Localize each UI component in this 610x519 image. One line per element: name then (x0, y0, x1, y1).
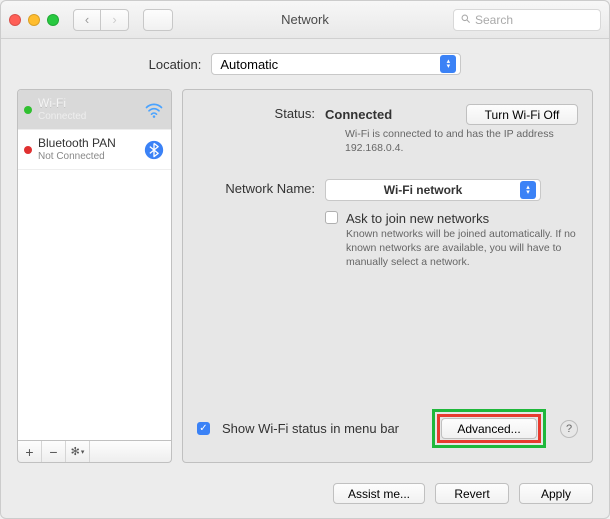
apply-button[interactable]: Apply (519, 483, 593, 504)
status-dot-icon (24, 146, 32, 154)
network-name-label: Network Name: (197, 179, 315, 269)
ask-join-label: Ask to join new networks (346, 211, 578, 226)
service-text: Wi-Fi Connected (38, 97, 137, 121)
chevron-right-icon: › (112, 12, 116, 27)
network-name-row: Network Name: Wi-Fi network ▴▾ Ask to jo… (197, 179, 578, 269)
titlebar: ‹ › Network Search (1, 1, 609, 39)
zoom-window-button[interactable] (47, 14, 59, 26)
service-name: Wi-Fi (38, 97, 137, 110)
service-name: Bluetooth PAN (38, 137, 137, 150)
main-area: Wi-Fi Connected Bluetooth PAN Not Connec… (17, 89, 593, 463)
show-all-button[interactable] (143, 9, 173, 31)
status-value-block: Connected Turn Wi-Fi Off Wi-Fi is connec… (325, 104, 578, 155)
bluetooth-icon (143, 139, 165, 161)
show-status-checkbox[interactable]: ✓ (197, 422, 210, 435)
service-text: Bluetooth PAN Not Connected (38, 137, 137, 161)
ask-join-checkbox[interactable] (325, 211, 338, 224)
window-title: Network (281, 12, 329, 27)
network-name-value-block: Wi-Fi network ▴▾ Ask to join new network… (325, 179, 578, 269)
search-placeholder: Search (475, 13, 513, 27)
sidebar: Wi-Fi Connected Bluetooth PAN Not Connec… (17, 89, 172, 463)
window-controls (9, 14, 59, 26)
chevron-updown-icon: ▴▾ (520, 181, 536, 199)
gear-icon: ✻ (71, 445, 80, 458)
detail-panel: Status: Connected Turn Wi-Fi Off Wi-Fi i… (182, 89, 593, 463)
advanced-highlight-inner: Advanced... (437, 414, 541, 443)
service-list[interactable]: Wi-Fi Connected Bluetooth PAN Not Connec… (17, 89, 172, 441)
network-preferences-window: ‹ › Network Search Location: Automatic ▴… (0, 0, 610, 519)
advanced-button[interactable]: Advanced... (441, 418, 537, 439)
revert-button[interactable]: Revert (435, 483, 509, 504)
status-row: Status: Connected Turn Wi-Fi Off Wi-Fi i… (197, 104, 578, 155)
service-actions-button[interactable]: ✻▾ (66, 441, 90, 462)
location-value: Automatic (220, 57, 278, 72)
service-status: Not Connected (38, 151, 137, 162)
detail-bottom-row: ✓ Show Wi-Fi status in menu bar Advanced… (197, 409, 578, 448)
search-icon (460, 13, 471, 27)
service-wifi[interactable]: Wi-Fi Connected (18, 90, 171, 130)
sidebar-footer: + − ✻▾ (17, 441, 172, 463)
location-popup[interactable]: Automatic ▴▾ (211, 53, 461, 75)
minimize-window-button[interactable] (28, 14, 40, 26)
plus-icon: + (25, 444, 33, 460)
service-bluetooth-pan[interactable]: Bluetooth PAN Not Connected (18, 130, 171, 170)
status-label: Status: (197, 104, 315, 155)
status-value: Connected (325, 107, 392, 122)
back-button[interactable]: ‹ (73, 9, 101, 31)
chevron-left-icon: ‹ (85, 12, 89, 27)
network-name-popup[interactable]: Wi-Fi network ▴▾ (325, 179, 541, 201)
search-input[interactable]: Search (453, 9, 601, 31)
wifi-icon (143, 99, 165, 121)
location-label: Location: (149, 57, 202, 72)
advanced-highlight: Advanced... (432, 409, 546, 448)
add-service-button[interactable]: + (18, 441, 42, 462)
remove-service-button[interactable]: − (42, 441, 66, 462)
location-row: Location: Automatic ▴▾ (17, 53, 593, 75)
status-dot-icon (24, 106, 32, 114)
service-status: Connected (38, 111, 137, 122)
ask-join-description: Known networks will be joined automatica… (346, 228, 576, 269)
footer-buttons: Assist me... Revert Apply (1, 473, 609, 518)
status-description: Wi-Fi is connected to and has the IP add… (325, 128, 578, 155)
help-icon: ? (566, 423, 572, 435)
minus-icon: − (49, 444, 57, 460)
help-button[interactable]: ? (560, 420, 578, 438)
chevron-updown-icon: ▴▾ (440, 55, 456, 73)
network-name-value: Wi-Fi network (334, 183, 512, 197)
close-window-button[interactable] (9, 14, 21, 26)
nav-buttons: ‹ › (73, 9, 129, 31)
forward-button[interactable]: › (101, 9, 129, 31)
show-status-label: Show Wi-Fi status in menu bar (222, 421, 399, 436)
content-area: Location: Automatic ▴▾ Wi-Fi Connected (1, 39, 609, 473)
chevron-down-icon: ▾ (81, 448, 85, 456)
wifi-toggle-button[interactable]: Turn Wi-Fi Off (466, 104, 578, 125)
assist-me-button[interactable]: Assist me... (333, 483, 425, 504)
